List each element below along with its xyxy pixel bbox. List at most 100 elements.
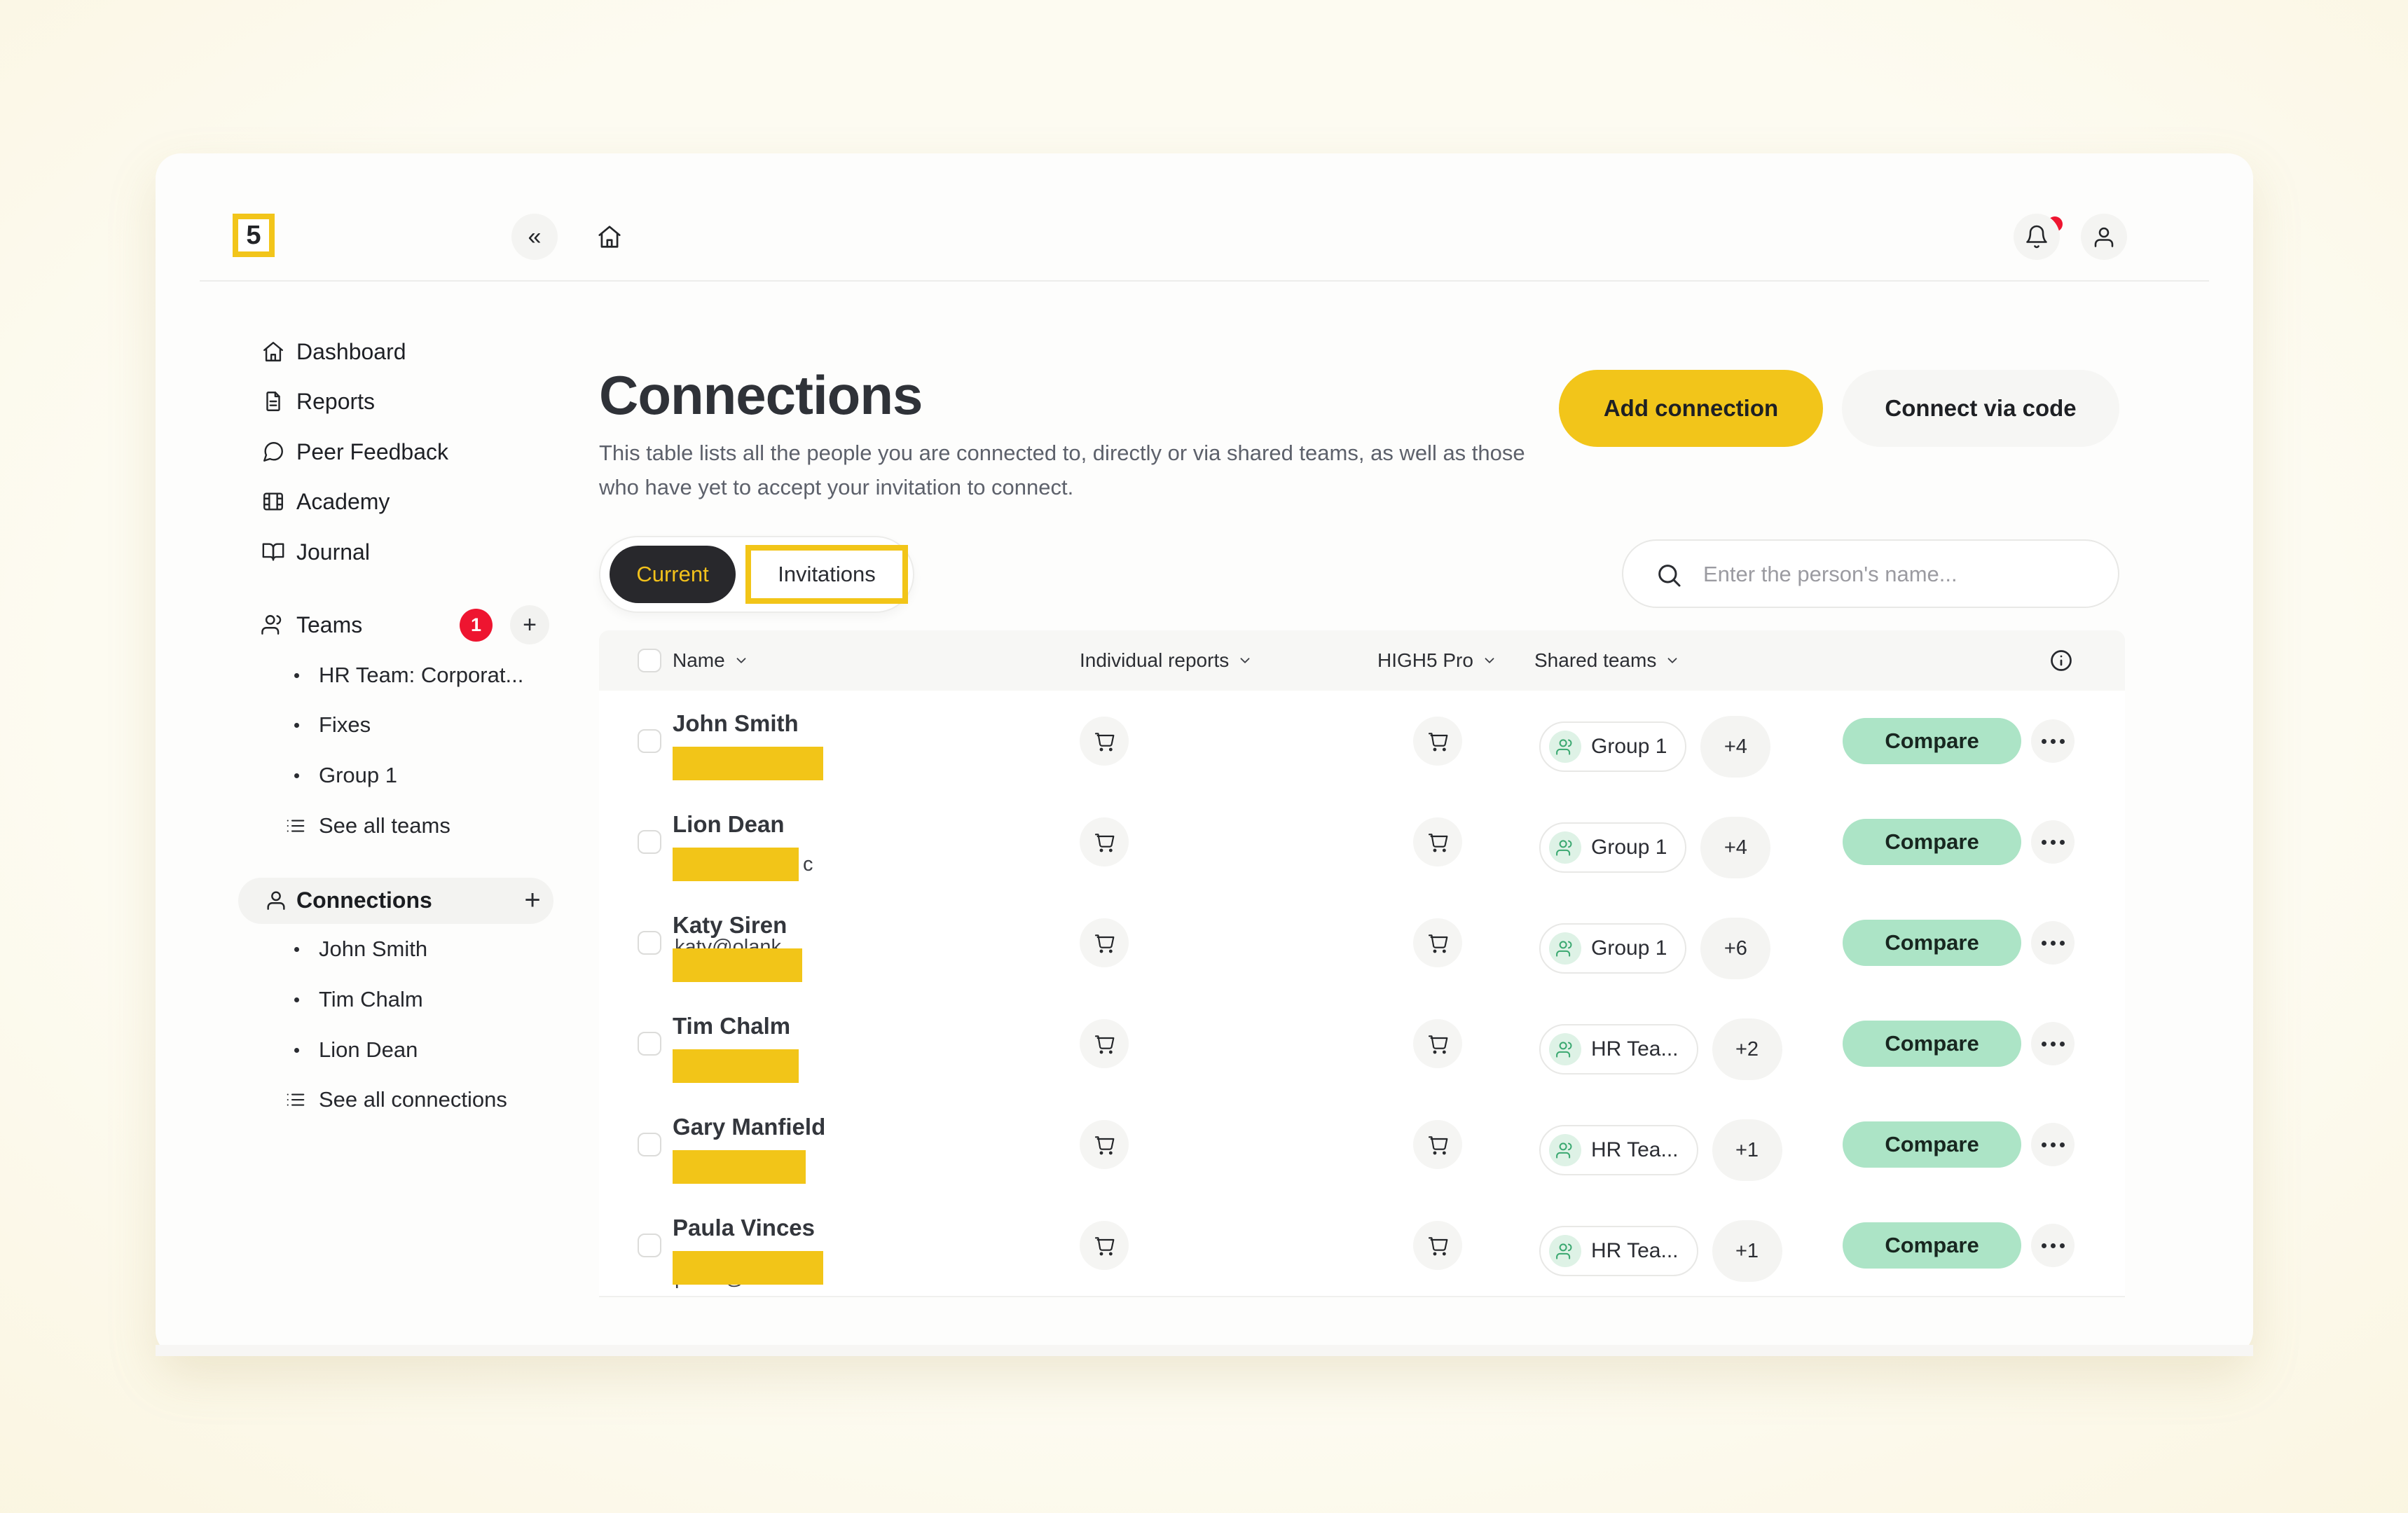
column-header-shared-teams[interactable]: Shared teams (1534, 630, 1680, 691)
column-header-name[interactable]: Name (673, 630, 749, 691)
home-button[interactable] (586, 214, 633, 260)
sidebar-item-academy[interactable]: Academy (240, 478, 562, 525)
shared-team-badge[interactable]: HR Tea... (1539, 1125, 1698, 1175)
info-icon[interactable] (2049, 648, 2074, 673)
shared-team-badge[interactable]: Group 1 (1539, 822, 1686, 873)
chevron-down-icon (1665, 653, 1680, 668)
column-label: HIGH5 Pro (1377, 649, 1473, 672)
redacted-email-fragment: c (803, 853, 813, 876)
sidebar-item-reports[interactable]: Reports (240, 378, 562, 424)
notifications-button[interactable] (2014, 214, 2060, 260)
compare-button[interactable]: Compare (1843, 718, 2021, 764)
extra-teams-count[interactable]: +4 (1700, 716, 1770, 778)
more-options-button[interactable] (2031, 1022, 2075, 1065)
app-logo[interactable]: 5 (233, 214, 275, 257)
see-all-teams-link[interactable]: See all teams (285, 803, 450, 849)
ellipsis-icon (2051, 739, 2056, 744)
compare-button[interactable]: Compare (1843, 1222, 2021, 1269)
bell-icon (2024, 224, 2049, 249)
buy-high5-pro-button[interactable] (1413, 717, 1462, 766)
buy-high5-pro-button[interactable] (1413, 918, 1462, 967)
extra-teams-count[interactable]: +4 (1700, 817, 1770, 878)
compare-button[interactable]: Compare (1843, 1021, 2021, 1067)
team-name: Group 1 (319, 763, 397, 788)
buy-high5-pro-button[interactable] (1413, 1120, 1462, 1169)
connect-via-code-button[interactable]: Connect via code (1842, 370, 2119, 447)
collapse-sidebar-button[interactable]: « (511, 214, 558, 260)
redaction-bar (673, 948, 802, 982)
team-badge-label: Group 1 (1591, 735, 1667, 759)
extra-teams-count[interactable]: +1 (1712, 1220, 1782, 1282)
buy-individual-report-button[interactable] (1080, 918, 1129, 967)
sidebar-item-connection[interactable]: Lion Dean (319, 1027, 418, 1073)
more-options-button[interactable] (2031, 1224, 2075, 1267)
column-header-high5-pro[interactable]: HIGH5 Pro (1377, 630, 1497, 691)
shared-team-badge[interactable]: Group 1 (1539, 721, 1686, 772)
more-options-button[interactable] (2031, 719, 2075, 763)
row-checkbox[interactable] (638, 1032, 661, 1056)
row-checkbox[interactable] (638, 1234, 661, 1257)
row-checkbox[interactable] (638, 931, 661, 955)
buy-individual-report-button[interactable] (1080, 817, 1129, 866)
see-all-connections-link[interactable]: See all connections (285, 1077, 507, 1123)
search-icon (1655, 561, 1683, 589)
sidebar-item-dashboard[interactable]: Dashboard (240, 329, 562, 375)
tab-switcher: Current Invitations (599, 536, 914, 613)
extra-teams-count[interactable]: +1 (1712, 1119, 1782, 1181)
sidebar-item-label: Dashboard (296, 339, 406, 365)
ellipsis-icon (2051, 1142, 2056, 1147)
add-team-button[interactable]: + (510, 605, 549, 644)
buy-high5-pro-button[interactable] (1413, 1019, 1462, 1068)
search-input[interactable] (1702, 544, 2097, 605)
sidebar-item-connection[interactable]: Tim Chalm (319, 976, 423, 1023)
teams-notification-badge: 1 (460, 609, 493, 642)
buy-individual-report-button[interactable] (1080, 1120, 1129, 1169)
compare-button[interactable]: Compare (1843, 819, 2021, 865)
person-name: John Smith (673, 710, 799, 737)
sidebar-item-team[interactable]: Fixes (319, 702, 371, 748)
add-connection-sidebar-button[interactable]: + (516, 883, 549, 917)
extra-teams-count[interactable]: +2 (1712, 1018, 1782, 1080)
ellipsis-icon (2051, 941, 2056, 946)
shared-team-badge[interactable]: Group 1 (1539, 923, 1686, 974)
buy-individual-report-button[interactable] (1080, 1019, 1129, 1068)
person-name: Gary Manfield (673, 1114, 825, 1140)
tab-invitations[interactable]: Invitations (745, 545, 908, 604)
sidebar-item-team[interactable]: HR Team: Corporat... (319, 652, 523, 698)
shared-team-badge[interactable]: HR Tea... (1539, 1024, 1698, 1075)
sidebar-item-team[interactable]: Group 1 (319, 752, 397, 799)
shared-team-badge[interactable]: HR Tea... (1539, 1226, 1698, 1276)
buy-individual-report-button[interactable] (1080, 1221, 1129, 1270)
person-name: Lion Dean (673, 811, 785, 838)
see-all-connections-label: See all connections (319, 1087, 507, 1112)
tab-current[interactable]: Current (610, 546, 736, 603)
person-name: Katy Siren (673, 912, 787, 939)
extra-teams-count[interactable]: +6 (1700, 918, 1770, 979)
column-header-individual-reports[interactable]: Individual reports (1080, 630, 1253, 691)
compare-button[interactable]: Compare (1843, 1121, 2021, 1168)
row-checkbox[interactable] (638, 729, 661, 753)
compare-button[interactable]: Compare (1843, 920, 2021, 966)
sidebar-item-peer-feedback[interactable]: Peer Feedback (240, 429, 562, 475)
chevron-down-icon (734, 653, 749, 668)
select-all-checkbox[interactable] (638, 649, 661, 672)
chevron-down-icon (1237, 653, 1253, 668)
sidebar-item-label: Peer Feedback (296, 439, 448, 465)
more-options-button[interactable] (2031, 1123, 2075, 1166)
sidebar-item-label: Reports (296, 389, 375, 415)
more-options-button[interactable] (2031, 820, 2075, 864)
row-checkbox[interactable] (638, 1133, 661, 1156)
redaction-bar (673, 1049, 799, 1083)
buy-individual-report-button[interactable] (1080, 717, 1129, 766)
buy-high5-pro-button[interactable] (1413, 1221, 1462, 1270)
more-options-button[interactable] (2031, 921, 2075, 965)
add-connection-button[interactable]: Add connection (1559, 370, 1823, 447)
profile-button[interactable] (2081, 214, 2127, 260)
row-checkbox[interactable] (638, 830, 661, 854)
ellipsis-icon (2051, 840, 2056, 845)
table-header: Name Individual reports HIGH5 Pro Shared… (599, 630, 2125, 691)
sidebar-item-journal[interactable]: Journal (240, 529, 562, 575)
buy-high5-pro-button[interactable] (1413, 817, 1462, 866)
sidebar-section-connections[interactable]: Connections + (238, 878, 553, 924)
sidebar-item-connection[interactable]: John Smith (319, 926, 427, 972)
